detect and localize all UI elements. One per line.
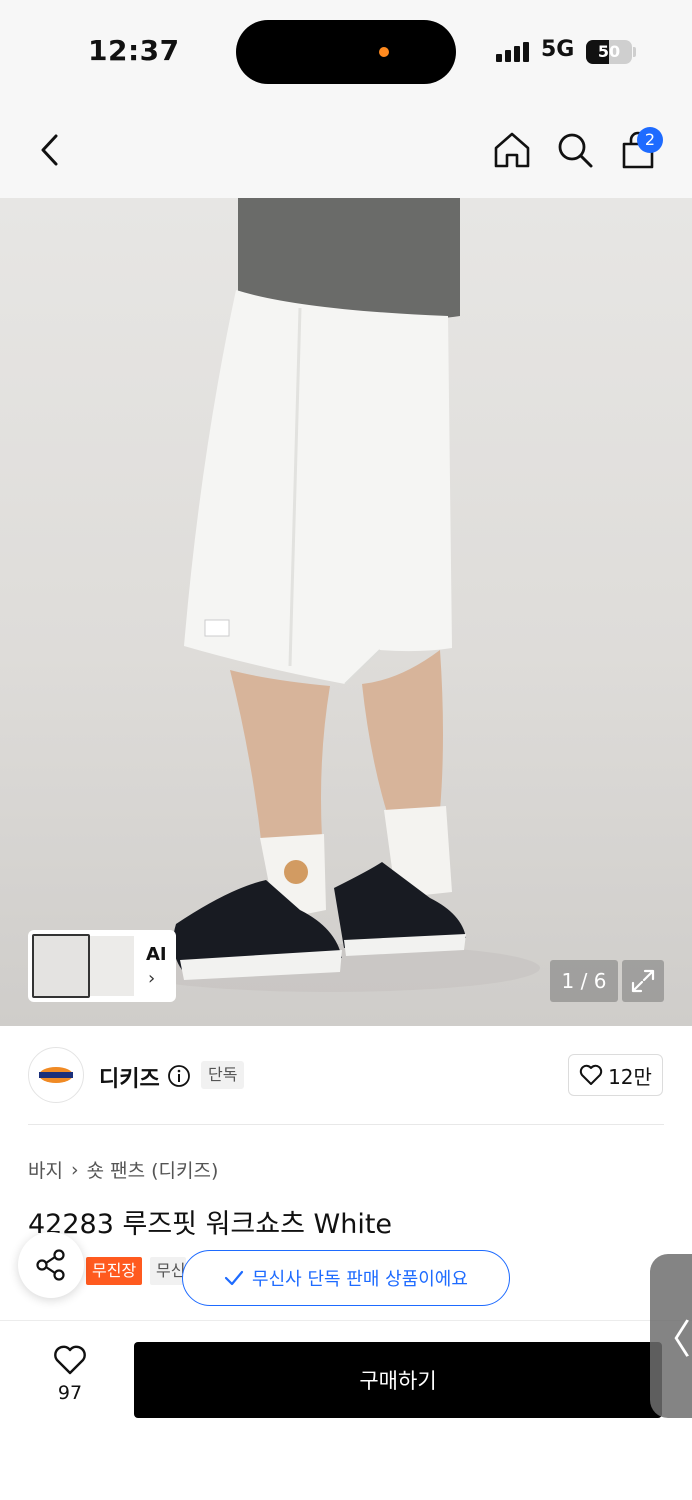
recording-dot-icon [379,47,389,57]
tag-musinsa: 무신사 [150,1257,186,1285]
thumbnail-image-1 [32,934,90,998]
wishlist-button[interactable]: 97 [46,1344,94,1404]
home-button[interactable] [490,128,534,172]
share-icon [36,1249,65,1281]
share-button[interactable] [18,1232,84,1298]
search-icon [558,133,593,168]
ai-recommendation-thumbnail[interactable]: AI › [28,930,176,1002]
exclusive-badge: 단독 [201,1061,245,1089]
dickies-logo-icon [39,1067,73,1083]
breadcrumb-item[interactable]: 바지 [28,1156,63,1183]
product-image[interactable] [0,198,692,1026]
breadcrumb: 바지 › 숏 팬츠 (디키즈) [28,1156,218,1183]
home-icon [494,132,530,168]
expand-image-button[interactable] [622,960,664,1002]
info-icon[interactable] [167,1064,191,1092]
toast-text: 무신사 단독 판매 상품이에요 [252,1269,468,1290]
network-type: 5G [541,37,575,62]
heart-icon [54,1345,86,1375]
side-panel-handle[interactable]: 〈 [650,1254,692,1418]
expand-icon [631,969,655,993]
thumbnail-image-2 [90,936,134,996]
battery-percent: 50 [597,42,621,61]
cart-count-badge: 2 [637,127,663,153]
top-nav-bar [0,100,692,198]
brand-like-button[interactable]: 12만 [568,1054,663,1096]
breadcrumb-separator-icon: › [70,1158,79,1181]
ai-label: AI [146,944,167,965]
signal-icon [496,40,532,62]
heart-icon [579,1064,603,1085]
brand-like-count: 12만 [608,1064,652,1089]
check-icon [224,1270,244,1286]
breadcrumb-item[interactable]: 숏 팬츠 (디키즈) [87,1156,219,1183]
dynamic-island [236,20,456,84]
status-time: 12:37 [88,34,180,67]
buy-button[interactable]: 구매하기 [134,1342,662,1418]
battery-cap [633,47,636,57]
product-title: 42283 루즈핏 워크쇼츠 White [28,1209,393,1240]
back-button[interactable] [28,128,72,172]
product-photo [120,198,540,992]
brand-logo[interactable] [28,1047,84,1103]
wishlist-count: 97 [57,1382,83,1404]
tag-free-shipping: 무진장 [86,1257,143,1285]
chevron-right-icon: › [148,968,156,989]
search-button[interactable] [553,128,597,172]
brand-name[interactable]: 디키즈 [99,1061,160,1093]
divider [28,1124,664,1125]
exclusive-toast: 무신사 단독 판매 상품이에요 [182,1250,510,1306]
battery-icon: 50 [586,40,632,64]
image-counter: 1 / 6 [550,960,618,1002]
chevron-left-icon [41,134,58,166]
status-bar: 12:37 5G 50 [0,0,692,100]
